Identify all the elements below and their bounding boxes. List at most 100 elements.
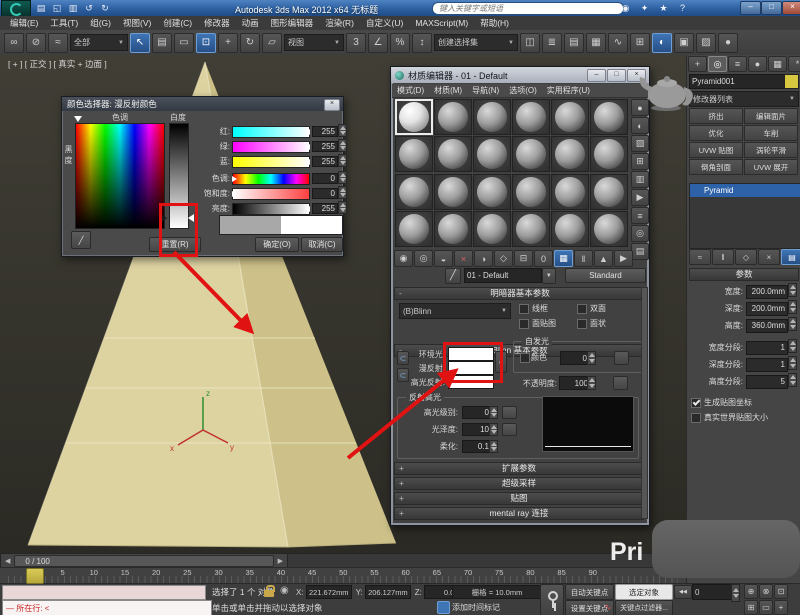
param-spinner[interactable] xyxy=(788,283,797,297)
slider-value[interactable]: 255 xyxy=(312,126,338,137)
soften-value[interactable]: 0.1 xyxy=(462,440,492,453)
me-maximize-button[interactable]: □ xyxy=(607,69,626,82)
param-spinner[interactable] xyxy=(788,339,797,353)
slider-spinner[interactable] xyxy=(338,154,347,167)
material-slot[interactable] xyxy=(473,174,511,210)
mirror-icon[interactable]: ◫ xyxy=(520,33,540,53)
tab-motion[interactable]: ● xyxy=(748,56,767,72)
material-id-channel-icon[interactable]: 0 xyxy=(534,250,553,267)
slider-value[interactable]: 0 xyxy=(312,188,338,199)
param-spinner[interactable] xyxy=(788,317,797,331)
slider-track[interactable] xyxy=(232,126,310,138)
zoom-all-icon[interactable]: ⊗ xyxy=(759,584,773,599)
favorites-star-icon[interactable]: ★ xyxy=(656,2,671,14)
shader-checkbox[interactable]: 双面 xyxy=(577,301,635,316)
material-slot[interactable] xyxy=(512,174,550,210)
remove-modifier-icon[interactable]: × xyxy=(758,249,780,265)
selection-filter-combo[interactable]: 选定对象 xyxy=(615,584,673,600)
track-range[interactable]: 0 / 100 xyxy=(14,555,273,567)
reset-button[interactable]: 重置(R) xyxy=(149,237,201,252)
coord-value[interactable]: 206.127mm xyxy=(365,585,411,599)
track-prev-icon[interactable]: ◀ xyxy=(1,557,14,565)
add-time-tag[interactable]: 添加时间标记 xyxy=(452,602,500,613)
bind-to-space-warp-icon[interactable]: ≈ xyxy=(48,33,68,53)
auto-key-button[interactable]: 自动关键点 xyxy=(565,584,614,600)
me-menu-item[interactable]: 模式(D) xyxy=(392,85,429,96)
me-scrollbar[interactable] xyxy=(641,287,648,519)
make-unique-icon[interactable]: ◇ xyxy=(494,250,513,267)
glossiness-value[interactable]: 10 xyxy=(462,423,492,436)
menu-item[interactable]: 帮助(H) xyxy=(474,17,515,29)
material-slot[interactable] xyxy=(473,99,511,135)
maximize-button[interactable]: □ xyxy=(761,1,782,15)
save-icon[interactable]: ▥ xyxy=(66,2,80,14)
material-slot[interactable] xyxy=(473,211,511,247)
select-and-move-icon[interactable]: + xyxy=(218,33,238,53)
modifier-button[interactable]: UVW 贴图 xyxy=(689,142,743,158)
eyedropper-icon[interactable]: ╱ xyxy=(71,231,91,249)
coord-value[interactable]: 221.672mm xyxy=(306,585,352,599)
shader-checkbox[interactable]: 面状 xyxy=(577,316,635,331)
ambient-color-swatch[interactable] xyxy=(448,347,494,361)
specular-level-spinner[interactable] xyxy=(489,406,498,419)
stack-item[interactable]: Pyramid xyxy=(690,184,800,197)
material-editor-icon[interactable]: ◐ xyxy=(652,33,672,53)
zoom-extents-icon[interactable]: ⊡ xyxy=(774,584,788,599)
slider-value[interactable]: 255 xyxy=(312,156,338,167)
object-color-swatch[interactable] xyxy=(784,74,799,89)
self-illum-value[interactable]: 0 xyxy=(560,351,590,365)
self-illum-spinner[interactable] xyxy=(587,351,596,365)
generate-preview-icon[interactable]: ▶ xyxy=(631,189,649,206)
color-selector-title[interactable]: 颜色选择器: 漫反射颜色 xyxy=(62,97,343,111)
pin-stack-icon[interactable]: ≈ xyxy=(689,249,711,265)
param-value[interactable]: 1 xyxy=(746,341,788,355)
align-icon[interactable]: ≣ xyxy=(542,33,562,53)
material-slot[interactable] xyxy=(512,211,550,247)
search-icon[interactable]: ◉ xyxy=(618,2,633,14)
zoom-region-icon[interactable]: ▭ xyxy=(759,600,773,615)
menu-item[interactable]: 图形编辑器 xyxy=(265,17,320,29)
parameters-rollout-header[interactable]: 参数 xyxy=(689,268,799,281)
assign-material-to-selection-icon[interactable]: ◒ xyxy=(434,250,453,267)
menu-item[interactable]: 工具(T) xyxy=(44,17,84,29)
modifier-button[interactable]: 挤出 xyxy=(689,108,743,124)
material-editor-titlebar[interactable]: 材质编辑器 - 01 - Default – □ × xyxy=(391,67,649,83)
menu-item[interactable]: 渲染(R) xyxy=(319,17,360,29)
select-and-scale-icon[interactable]: ▱ xyxy=(262,33,282,53)
opacity-spinner[interactable] xyxy=(587,376,596,390)
modifier-button[interactable]: 编辑面片 xyxy=(744,108,798,124)
rendered-frame-window-icon[interactable]: ▨ xyxy=(696,33,716,53)
glossiness-spinner[interactable] xyxy=(489,423,498,436)
param-checkbox[interactable]: 生成贴图坐标 xyxy=(691,395,768,410)
select-and-rotate-icon[interactable]: ↻ xyxy=(240,33,260,53)
tab-utilities[interactable]: * xyxy=(788,56,800,72)
help-icon[interactable]: ? xyxy=(675,2,690,14)
ok-button[interactable]: 确定(O) xyxy=(255,237,299,252)
backlight-icon[interactable]: ◐ xyxy=(631,117,649,134)
graphite-ribbon-icon[interactable]: ▦ xyxy=(586,33,606,53)
color-selector-close-icon[interactable]: × xyxy=(324,99,340,111)
slider-spinner[interactable] xyxy=(338,124,347,137)
select-and-link-icon[interactable]: ∞ xyxy=(4,33,24,53)
viewport-label[interactable]: [ + ] [ 正交 ] [ 真实 + 边面 ] xyxy=(8,58,107,70)
unlink-selection-icon[interactable]: ⊘ xyxy=(26,33,46,53)
specular-level-map-button[interactable] xyxy=(502,406,517,419)
shader-checkbox[interactable]: 面贴图 xyxy=(519,316,577,331)
spinner-snap-icon[interactable]: ↕ xyxy=(412,33,432,53)
slider-track[interactable] xyxy=(232,203,310,215)
rollout-header[interactable]: +超级采样 xyxy=(394,477,644,490)
whiteness-pointer-left-icon[interactable] xyxy=(161,214,167,222)
background-icon[interactable]: ▨ xyxy=(631,135,649,152)
cancel-button[interactable]: 取消(C) xyxy=(301,237,343,252)
maxscript-mini-listener[interactable] xyxy=(2,585,206,600)
slider-track[interactable] xyxy=(232,173,310,185)
material-type-button[interactable]: Standard xyxy=(565,268,646,283)
current-frame-field[interactable]: 0 xyxy=(692,584,734,600)
param-value[interactable]: 1 xyxy=(746,358,788,372)
material-slot[interactable] xyxy=(512,99,550,135)
rollout-header[interactable]: +mental ray 连接 xyxy=(394,507,644,520)
go-forward-to-sibling-icon[interactable]: ▶ xyxy=(614,250,633,267)
material-slot[interactable] xyxy=(395,99,433,135)
material-slot[interactable] xyxy=(395,174,433,210)
modifier-button[interactable]: UVW 展开 xyxy=(744,159,798,175)
